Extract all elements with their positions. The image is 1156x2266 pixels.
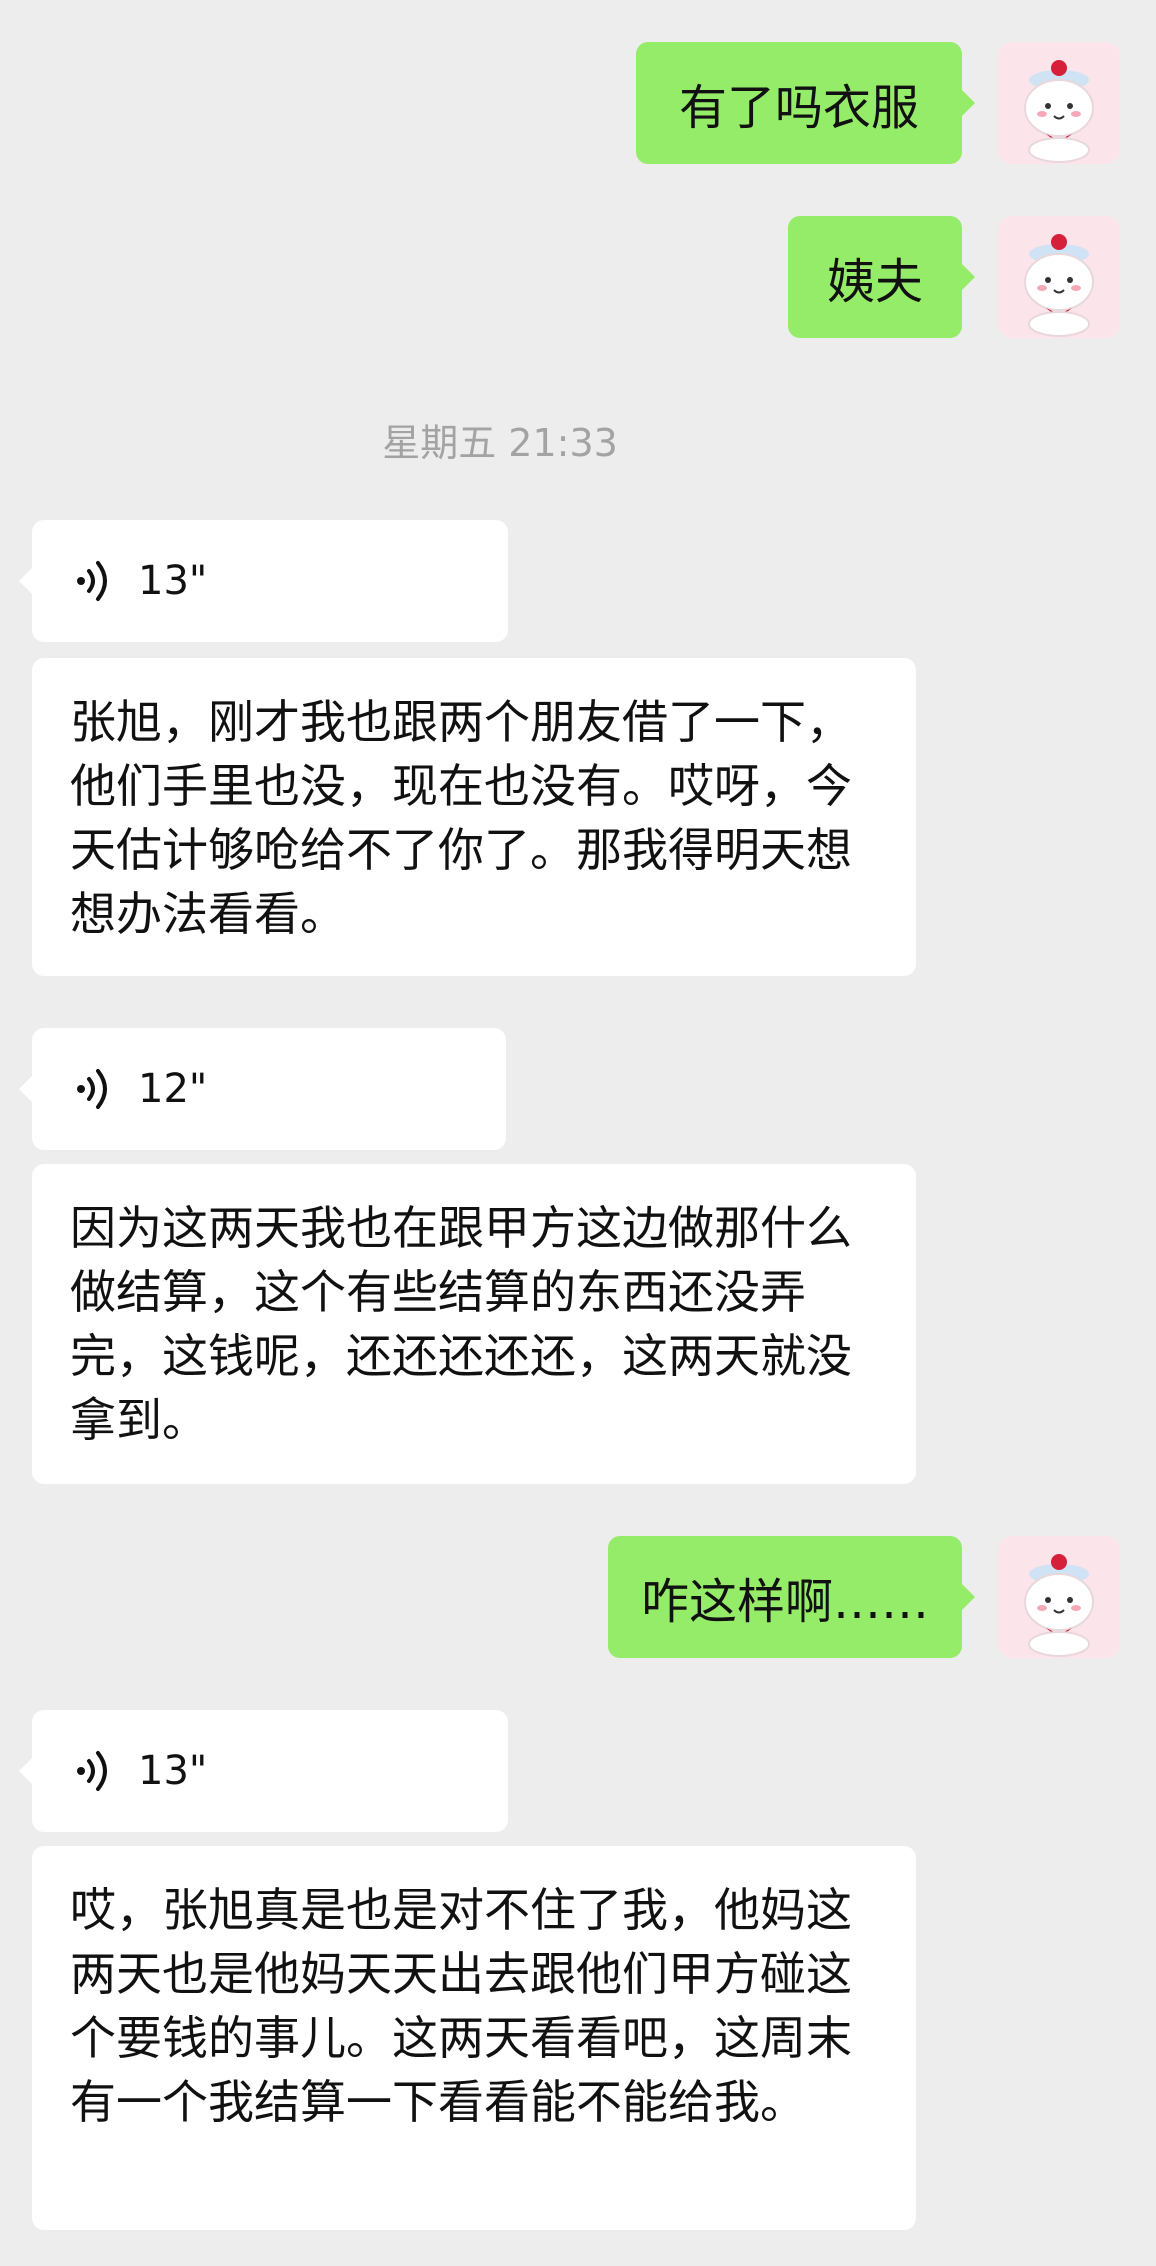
- bubble-tail: [19, 1075, 33, 1103]
- avatar[interactable]: [998, 42, 1120, 164]
- sent-message-bubble[interactable]: 姨夫: [788, 216, 975, 338]
- message-text: 有了吗衣服: [678, 80, 919, 136]
- avatar[interactable]: [998, 216, 1120, 338]
- voice-message-bubble[interactable]: 13": [19, 1710, 508, 1832]
- voice-message-bubble[interactable]: 12": [19, 1028, 506, 1150]
- message-text: 咋这样啊……: [640, 1574, 929, 1630]
- cat-avatar-icon: [998, 1536, 1120, 1658]
- voice-duration: 12": [138, 1066, 208, 1112]
- sent-message-bubble[interactable]: 有了吗衣服: [636, 42, 975, 164]
- timestamp: 星期五 21:33: [382, 421, 618, 465]
- voice-row: 13": [72, 1710, 207, 1832]
- bubble-tail: [961, 1583, 975, 1611]
- bubble-tail: [961, 263, 975, 291]
- avatar[interactable]: [998, 1536, 1120, 1658]
- cat-avatar-icon: [998, 42, 1120, 164]
- voice-row: 13": [72, 520, 207, 642]
- message-text: 姨夫: [826, 254, 923, 310]
- voice-wave-icon: [72, 1065, 116, 1113]
- transcript-text: 张旭，刚才我也跟两个朋友借了一下，他们手里也没，现在也没有。哎呀，今天估计够呛给…: [70, 695, 852, 941]
- voice-row: 12": [72, 1028, 207, 1150]
- bubble-tail: [19, 567, 33, 595]
- voice-duration: 13": [138, 1748, 208, 1794]
- transcript-bubble[interactable]: 因为这两天我也在跟甲方这边做那什么做结算，这个有些结算的东西还没弄完，这钱呢，还…: [32, 1164, 916, 1484]
- transcript-text: 因为这两天我也在跟甲方这边做那什么做结算，这个有些结算的东西还没弄完，这钱呢，还…: [70, 1201, 852, 1447]
- bubble-tail: [19, 1757, 33, 1785]
- voice-message-bubble[interactable]: 13": [19, 520, 508, 642]
- bubble-tail: [961, 89, 975, 117]
- voice-wave-icon: [72, 1747, 116, 1795]
- cat-avatar-icon: [998, 216, 1120, 338]
- transcript-text: 哎，张旭真是也是对不住了我，他妈这两天也是他妈天天出去跟他们甲方碰这个要钱的事儿…: [70, 1883, 852, 2129]
- sent-message-bubble[interactable]: 咋这样啊……: [608, 1536, 975, 1658]
- transcript-bubble[interactable]: 哎，张旭真是也是对不住了我，他妈这两天也是他妈天天出去跟他们甲方碰这个要钱的事儿…: [32, 1846, 916, 2230]
- voice-wave-icon: [72, 557, 116, 605]
- voice-duration: 13": [138, 558, 208, 604]
- transcript-bubble[interactable]: 张旭，刚才我也跟两个朋友借了一下，他们手里也没，现在也没有。哎呀，今天估计够呛给…: [32, 658, 916, 976]
